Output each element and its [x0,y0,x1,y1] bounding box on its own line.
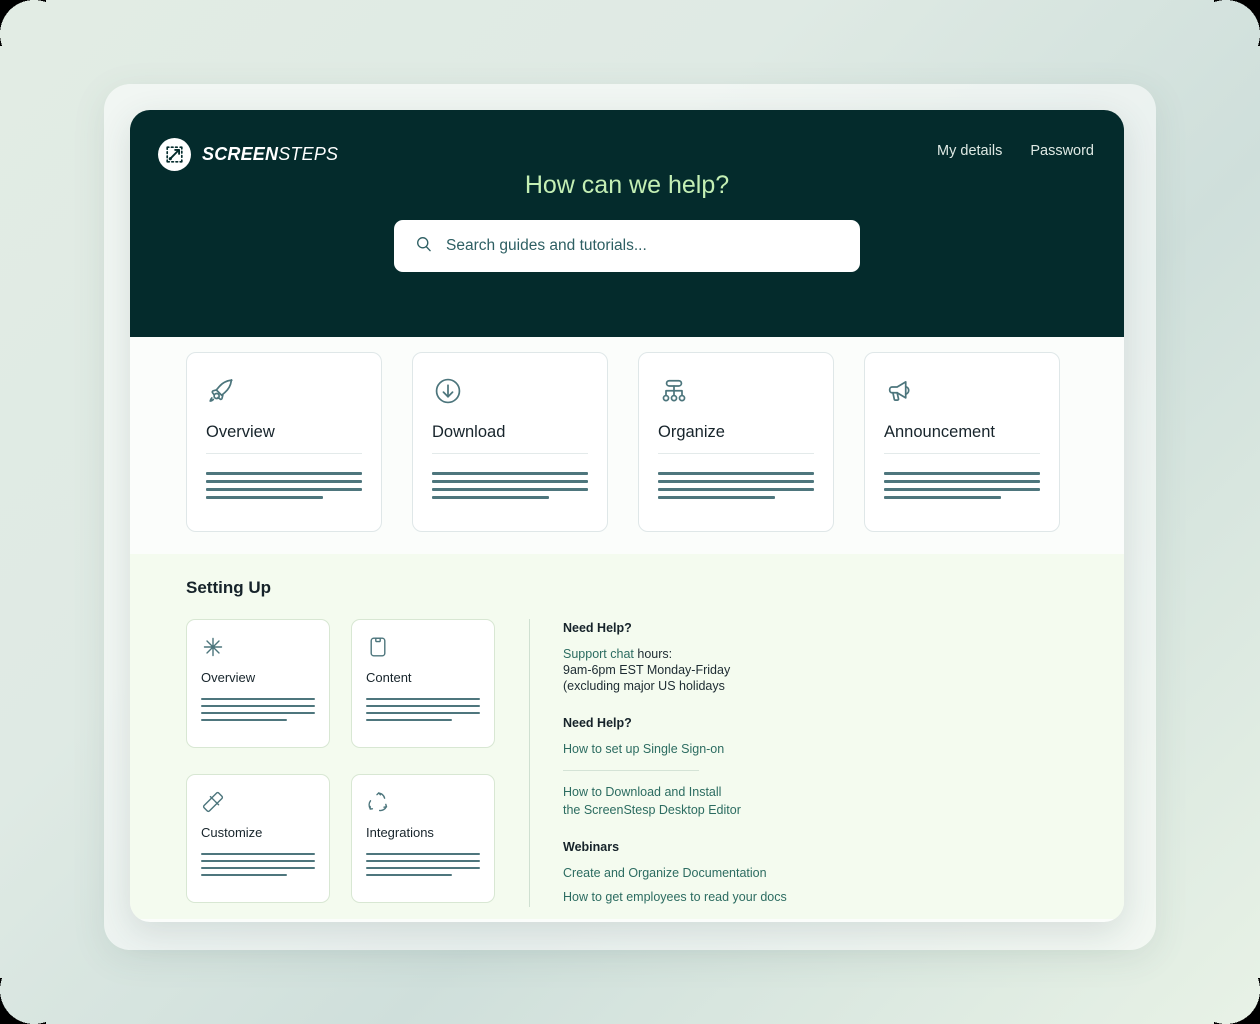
card-placeholder-bars [432,472,588,504]
card-divider [658,453,814,454]
need-help-heading-1: Need Help? [563,621,632,635]
download-circle-icon [432,375,588,409]
setup-card-title: Customize [201,824,263,840]
link-download-editor-line-2[interactable]: the ScreenStesp Desktop Editor [563,802,893,818]
hierarchy-icon [658,375,814,409]
category-card-title: Download [432,423,506,441]
setup-card-overview[interactable]: Overview [186,619,330,748]
sparkle-icon [201,635,315,661]
search-input[interactable]: Search guides and tutorials... [446,237,647,255]
top-navigation: My details Password [937,143,1094,159]
setup-card-content[interactable]: Content [351,619,495,748]
search-bar[interactable]: Search guides and tutorials... [394,220,860,272]
setting-up-body: Overview Content Customize Integrations … [186,619,1068,907]
card-divider [432,453,588,454]
need-help-heading-2: Need Help? [563,716,632,730]
category-card-title: Overview [206,423,275,441]
setup-card-title: Overview [201,670,256,685]
rocket-icon [206,375,362,409]
recycle-arrows-icon [366,790,480,816]
search-icon [415,235,433,258]
nav-link-password[interactable]: Password [1030,143,1094,159]
page-corner-top-right [1214,0,1260,46]
page-corner-bottom-left [0,978,46,1024]
category-cards-section: Overview Download Organize Announcement [130,337,1124,554]
setup-card-bars [201,852,315,881]
brand-logo[interactable]: SCREENSTEPS [158,138,338,171]
support-hours-suffix: hours: [633,647,673,661]
setup-card-customize[interactable]: Customize [186,773,330,903]
screensteps-logo-icon [158,138,191,171]
category-card-announcement[interactable]: Announcement [864,352,1060,532]
brand-name-bold: SCREEN [202,144,279,164]
category-card-download[interactable]: Download [412,352,608,532]
support-hours-detail-1: 9am-6pm EST Monday-Friday [563,663,731,677]
card-placeholder-bars [658,472,814,504]
vertical-divider [529,619,530,907]
card-placeholder-bars [206,472,362,504]
card-divider [206,453,362,454]
page-corner-top-left [0,0,46,46]
card-divider [884,453,1040,454]
site-header: SCREENSTEPS My details Password How can … [130,110,1124,337]
card-placeholder-bars [884,472,1040,504]
help-column: Need Help? Support chat hours: 9am-6pm E… [563,619,893,907]
setting-up-title: Setting Up [186,578,271,597]
category-card-title: Announcement [884,423,995,441]
page-corner-bottom-right [1214,978,1260,1024]
clipboard-icon [366,635,480,661]
support-chat-link[interactable]: Support chat [563,646,634,662]
support-hours-line: Support chat hours: [563,646,893,662]
brand-name-light: STEPS [278,144,339,164]
link-single-sign-on[interactable]: How to set up Single Sign-on [563,741,893,757]
setup-card-title: Integrations [366,824,434,840]
category-card-organize[interactable]: Organize [638,352,834,532]
category-card-title: Organize [658,423,725,441]
support-hours-detail-2: (excluding major US holidays [563,679,725,693]
webinar-link-2[interactable]: How to get employees to read your docs [563,889,893,905]
category-card-overview[interactable]: Overview [186,352,382,532]
setup-card-title: Content [366,670,412,685]
setting-up-cards-grid: Overview Content Customize Integrations [186,619,495,907]
setup-card-bars [366,698,480,726]
nav-link-my-details[interactable]: My details [937,143,1002,159]
setup-card-integrations[interactable]: Integrations [351,773,495,903]
megaphone-icon [884,375,1040,409]
setting-up-section: Setting Up Overview Content Customize In… [130,554,1124,919]
webinar-link-1[interactable]: Create and Organize Documentation [563,865,893,881]
link-download-editor-line-1[interactable]: How to Download and Install [563,784,893,800]
category-cards-row: Overview Download Organize Announcement [186,352,1068,532]
brand-wordmark: SCREENSTEPS [202,144,338,165]
setup-card-bars [366,852,480,881]
page-title: How can we help? [524,171,730,199]
browser-card: SCREENSTEPS My details Password How can … [130,110,1124,922]
help-divider [563,770,699,771]
ruler-icon [201,790,315,816]
webinars-heading: Webinars [563,840,620,854]
setup-card-bars [201,698,315,726]
